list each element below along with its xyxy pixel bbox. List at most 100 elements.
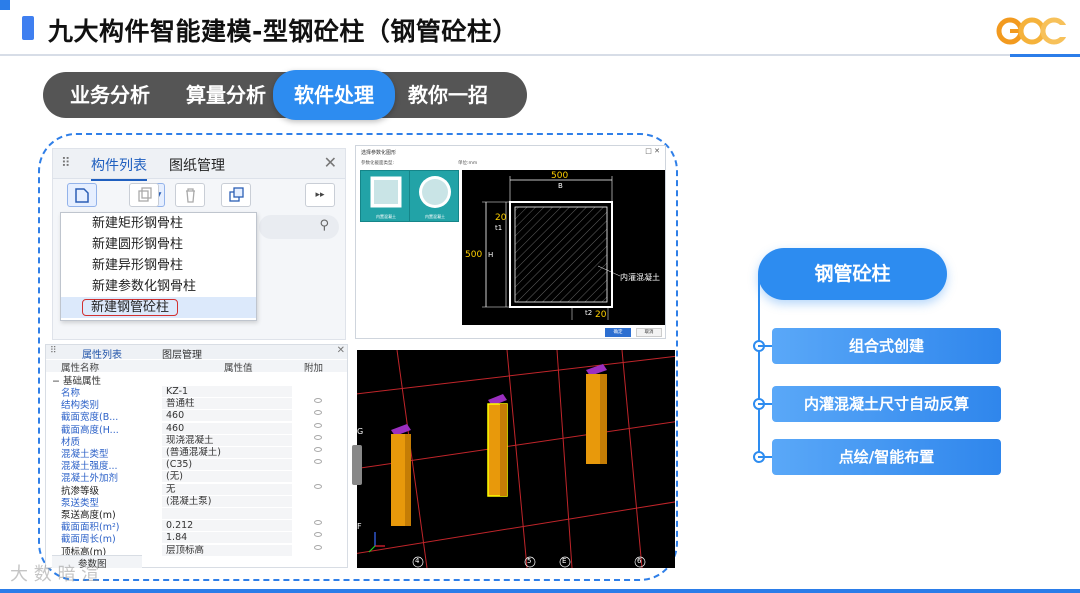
visibility-eye-icon[interactable] (314, 422, 322, 428)
property-value-field[interactable]: (C35) (162, 459, 292, 471)
feature-hub: 钢管砼柱 (758, 248, 947, 300)
copy-button[interactable] (129, 183, 159, 207)
menu-item-round-steel-column[interactable]: 新建圆形钢骨柱 (61, 234, 256, 255)
new-component-menu: 新建矩形钢骨柱 新建圆形钢骨柱 新建异形钢骨柱 新建参数化钢骨柱 新建钢管砼柱 (60, 212, 257, 321)
property-row[interactable]: 截面周长(m) 1.84 (46, 531, 347, 545)
3d-scene (357, 350, 675, 568)
property-row[interactable]: 顶标高(m) 层顶标高 (46, 544, 347, 558)
property-value-field[interactable]: 无 (162, 483, 292, 495)
visibility-eye-icon[interactable] (314, 398, 322, 404)
page-title: 九大构件智能建模-型钢砼柱（钢管砼柱） (48, 17, 518, 46)
property-value-field[interactable]: KZ-1 (162, 386, 292, 397)
property-row[interactable]: 泵送高度(m) (46, 507, 347, 521)
property-value-field[interactable]: 1.84 (162, 532, 292, 544)
tab-tips[interactable]: 教你一招 (393, 72, 503, 118)
parametric-section-dialog: 选择参数化图形 □ ✕ 参数化截面类型: 单位:mm 内置混凝土 内置混凝土 5… (355, 145, 666, 339)
property-value-field[interactable]: 460 (162, 410, 292, 422)
property-row[interactable]: 混凝土类型 (普通混凝土) (46, 446, 347, 460)
footer-bar (0, 589, 1080, 593)
round-section-icon (419, 176, 451, 208)
header-addon: 附加 (304, 363, 324, 374)
property-row[interactable]: 截面面积(m²) 0.212 (46, 519, 347, 533)
properties-panel: ⠿ 属性列表 图层管理 ✕ 属性名称 属性值 附加 − 基础属性 名称 KZ-1 结… (45, 344, 348, 568)
ok-button[interactable]: 确定 (605, 328, 631, 337)
feature-combined-create: 组合式创建 (772, 328, 1001, 364)
square-section-thumbnail[interactable]: 内置混凝土 (360, 170, 410, 222)
property-value-field[interactable] (162, 508, 292, 519)
section-type-label: 参数化截面类型: (361, 161, 395, 166)
property-row[interactable]: 抗渗等级无 (46, 483, 347, 497)
close-icon[interactable]: ✕ (324, 153, 337, 172)
dim-t2-label: t2 (585, 309, 593, 317)
property-value-field[interactable]: 现浇混凝土 (162, 434, 292, 446)
copy-to-floor-button[interactable] (221, 183, 251, 207)
tab-business-analysis[interactable]: 业务分析 (55, 72, 165, 118)
slide: 九大构件智能建模-型钢砼柱（钢管砼柱） 业务分析 算量分析 软件处理 教你一招 … (0, 0, 1080, 593)
connector-line (758, 274, 760, 458)
property-row[interactable]: 混凝土强度... (C35) (46, 458, 347, 472)
header-name: 属性名称 (61, 363, 100, 374)
property-row[interactable]: 截面宽度(B... 460 (46, 409, 347, 423)
connector-branch (758, 403, 772, 405)
visibility-eye-icon[interactable] (314, 459, 322, 465)
feature-auto-back-calc: 内灌混凝土尺寸自动反算 (772, 386, 1001, 422)
visibility-eye-icon[interactable] (314, 520, 322, 526)
cancel-button[interactable]: 取消 (636, 328, 662, 337)
tab-layer-management[interactable]: 图层管理 (162, 346, 202, 361)
header-value: 属性值 (224, 363, 253, 374)
axis-label-e: E (562, 557, 567, 565)
properties-tab-bar: ⠿ 属性列表 图层管理 ✕ (46, 345, 347, 361)
drag-handle-icon[interactable]: ⠿ (50, 346, 57, 356)
property-value-field[interactable]: 0.212 (162, 520, 292, 532)
property-row[interactable]: 名称 KZ-1 (46, 385, 347, 399)
section-drawing-canvas (482, 176, 621, 320)
annotation-label: 内灌混凝土 (620, 273, 660, 282)
property-row[interactable]: 材质 现浇混凝土 (46, 434, 347, 448)
tab-drawing-management[interactable]: 图纸管理 (169, 155, 225, 175)
delete-button[interactable] (175, 183, 205, 207)
visibility-eye-icon[interactable] (314, 544, 322, 550)
section-drawing: 500 B 500 H 20 t1 t2 20 内灌混凝土 (462, 170, 665, 325)
tab-software-processing[interactable]: 软件处理 (273, 70, 395, 120)
visibility-eye-icon[interactable] (314, 483, 322, 489)
3d-view[interactable]: G F 4 5 E 6 (357, 350, 675, 568)
property-row[interactable]: 结构类别 普通柱 (46, 397, 347, 411)
visibility-eye-icon[interactable] (314, 447, 322, 452)
visibility-eye-icon[interactable] (314, 532, 322, 538)
property-value-field[interactable]: 层顶标高 (162, 544, 292, 556)
close-icon[interactable]: ✕ (337, 345, 345, 356)
search-icon: ⚲ (319, 218, 329, 233)
search-input[interactable]: ⚲ (259, 215, 339, 239)
axis-label-f: F (357, 522, 362, 531)
tab-component-list[interactable]: 构件列表 (91, 155, 147, 181)
property-value-field[interactable]: (混凝土泵) (162, 495, 292, 507)
menu-item-steel-tube-concrete-column[interactable]: 新建钢管砼柱 (61, 297, 256, 318)
property-row[interactable]: 截面高度(H... 460 (46, 422, 347, 436)
menu-item-parametric-steel-column[interactable]: 新建参数化钢骨柱 (61, 276, 256, 297)
menu-item-irregular-steel-column[interactable]: 新建异形钢骨柱 (61, 255, 256, 276)
property-row[interactable]: 泵送类型 (混凝土泵) (46, 495, 347, 509)
thumbnail-label: 内置混凝土 (376, 214, 396, 219)
feature-smart-placement: 点绘/智能布置 (772, 439, 1001, 475)
property-value-field[interactable]: 460 (162, 422, 292, 434)
tab-quantity-analysis[interactable]: 算量分析 (171, 72, 281, 118)
splitter-handle[interactable] (352, 445, 362, 485)
visibility-eye-icon[interactable] (314, 410, 322, 416)
new-component-button[interactable] (67, 183, 97, 207)
property-value-field[interactable]: (无) (162, 471, 292, 483)
property-value-field[interactable]: 普通柱 (162, 398, 292, 410)
tab-property-list[interactable]: 属性列表 (82, 346, 122, 361)
property-row[interactable]: 混凝土外加剂 (无) (46, 470, 347, 484)
copy-icon (138, 187, 152, 202)
dialog-close-icon[interactable]: □ ✕ (645, 147, 660, 155)
panel-tab-bar: ⠿ 构件列表 图纸管理 ✕ (53, 149, 345, 181)
header-divider-accent (1010, 54, 1080, 57)
drag-handle-icon[interactable]: ⠿ (61, 156, 71, 171)
axis-label-4: 4 (415, 557, 420, 565)
expand-icon[interactable]: ▸▸ (305, 183, 335, 207)
property-value-field[interactable]: (普通混凝土) (162, 447, 292, 458)
connector-branch (758, 456, 772, 458)
menu-item-rect-steel-column[interactable]: 新建矩形钢骨柱 (61, 213, 256, 234)
round-section-thumbnail[interactable]: 内置混凝土 (409, 170, 459, 222)
visibility-eye-icon[interactable] (314, 434, 322, 440)
